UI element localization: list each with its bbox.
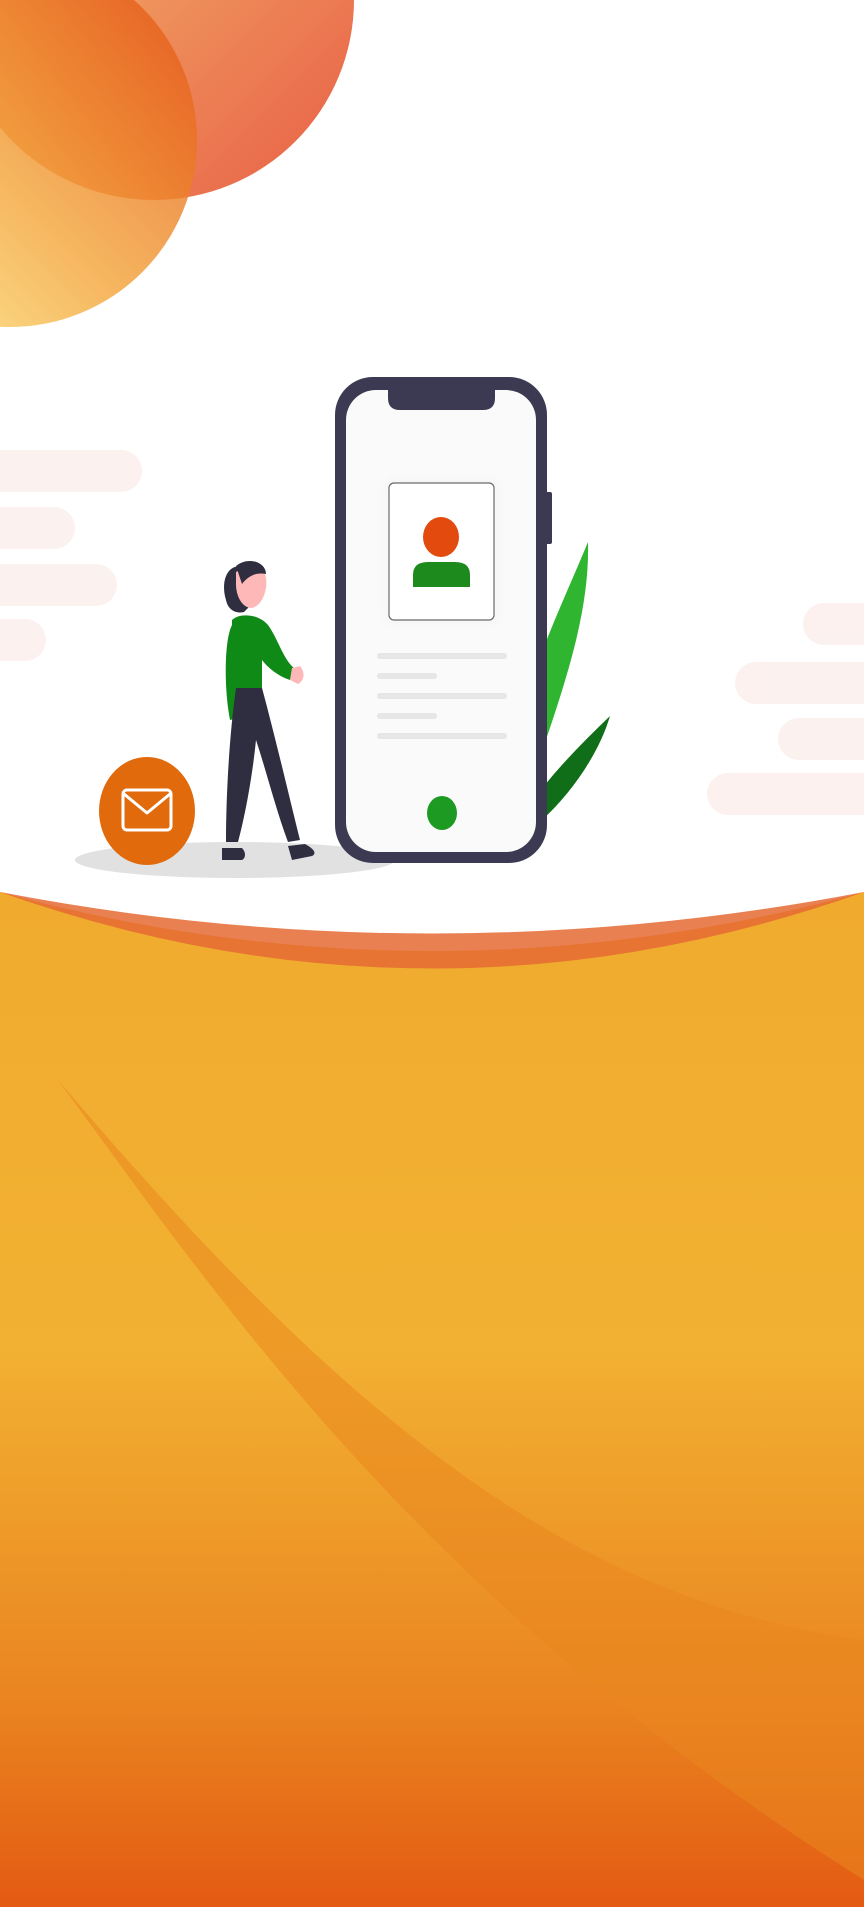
home-button bbox=[427, 796, 457, 830]
envelope-icon bbox=[99, 757, 195, 865]
hero-illustration bbox=[75, 377, 610, 878]
user-avatar-icon bbox=[388, 482, 495, 621]
person-figure bbox=[222, 560, 315, 860]
phone-mockup bbox=[335, 377, 552, 863]
